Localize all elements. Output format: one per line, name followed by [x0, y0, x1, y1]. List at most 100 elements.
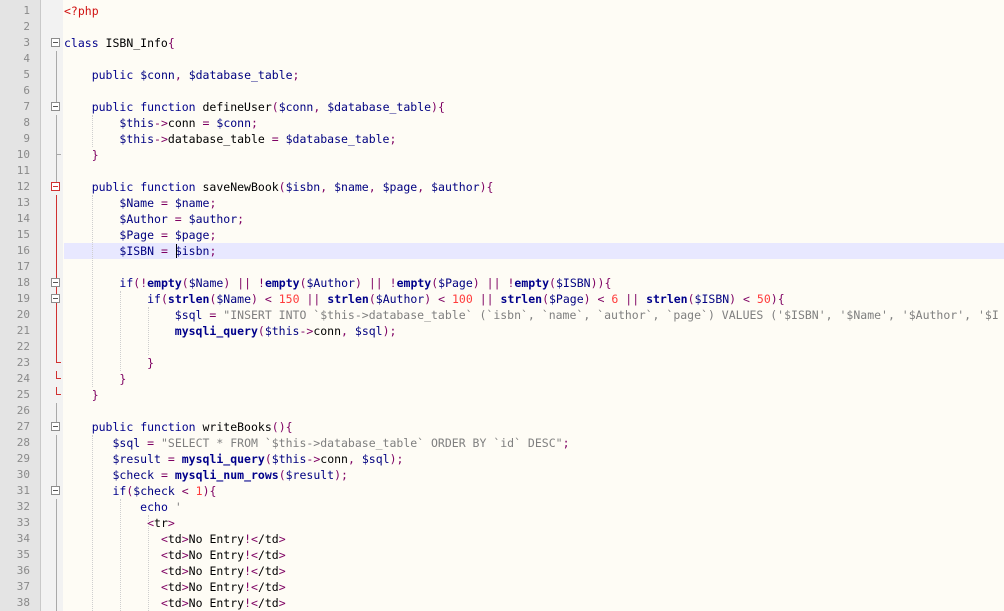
code-line-10[interactable]: 10 }: [0, 147, 1004, 163]
code-editor[interactable]: 1 <?php 2 3 class ISBN_Info{4 5 public $conn,…: [0, 0, 1004, 611]
line-number: 8: [23, 116, 30, 129]
code-text[interactable]: if(!empty($Name) || !empty($Author) || !…: [64, 275, 611, 291]
fold-toggle-icon[interactable]: [51, 422, 60, 431]
line-number: 13: [16, 196, 30, 209]
code-line-20[interactable]: 20 $sql = "INSERT INTO `$this->database_…: [0, 307, 1004, 323]
code-line-27[interactable]: 27 public function writeBooks(){: [0, 419, 1004, 435]
code-line-38[interactable]: 38 <td>No Entry!</td>: [0, 595, 1004, 611]
code-text[interactable]: public function defineUser($conn, $datab…: [64, 99, 445, 115]
code-text[interactable]: $sql = "SELECT * FROM `$this->database_t…: [64, 435, 569, 451]
code-line-37[interactable]: 37 <td>No Entry!</td>: [0, 579, 1004, 595]
code-line-28[interactable]: 28 $sql = "SELECT * FROM `$this->databas…: [0, 435, 1004, 451]
fold-guide: [56, 115, 57, 131]
line-number: 28: [16, 436, 30, 449]
code-text[interactable]: }: [64, 387, 99, 403]
code-text[interactable]: <td>No Entry!</td>: [64, 531, 286, 547]
fold-guide: [56, 547, 57, 563]
code-line-35[interactable]: 35 <td>No Entry!</td>: [0, 547, 1004, 563]
code-text[interactable]: public $conn, $database_table;: [64, 67, 300, 83]
code-text[interactable]: $check = mysqli_num_rows($result);: [64, 467, 348, 483]
code-text[interactable]: if($check < 1){: [64, 483, 216, 499]
code-line-3[interactable]: 3 class ISBN_Info{: [0, 35, 1004, 51]
code-text[interactable]: $sql = "INSERT INTO `$this->database_tab…: [64, 307, 999, 323]
code-line-17[interactable]: 17: [0, 259, 1004, 275]
code-line-31[interactable]: 31 if($check < 1){: [0, 483, 1004, 499]
indent-guide: [92, 115, 93, 147]
code-line-30[interactable]: 30 $check = mysqli_num_rows($result);: [0, 467, 1004, 483]
code-text[interactable]: $this->conn = $conn;: [64, 115, 258, 131]
line-number: 29: [16, 452, 30, 465]
line-number: 3: [23, 36, 30, 49]
code-line-13[interactable]: 13 $Name = $name;: [0, 195, 1004, 211]
line-number: 36: [16, 564, 30, 577]
code-line-16[interactable]: 16 $ISBN = $isbn;: [0, 243, 1004, 259]
code-text[interactable]: echo ': [64, 499, 182, 515]
code-line-6[interactable]: 6: [0, 83, 1004, 99]
fold-guide: [56, 323, 57, 339]
code-text[interactable]: $Name = $name;: [64, 195, 216, 211]
code-text[interactable]: public function writeBooks(){: [64, 419, 293, 435]
fold-guide: [56, 563, 57, 579]
code-line-23[interactable]: 23 }: [0, 355, 1004, 371]
code-text[interactable]: $result = mysqli_query($this->conn, $sql…: [64, 451, 403, 467]
code-text[interactable]: <td>No Entry!</td>: [64, 579, 286, 595]
line-number: 30: [16, 468, 30, 481]
fold-toggle-icon[interactable]: [51, 278, 60, 287]
line-number: 33: [16, 516, 30, 529]
code-text[interactable]: $Author = $author;: [64, 211, 244, 227]
line-number: 6: [23, 84, 30, 97]
code-line-18[interactable]: 18 if(!empty($Name) || !empty($Author) |…: [0, 275, 1004, 291]
code-text[interactable]: }: [64, 371, 126, 387]
code-line-4[interactable]: 4: [0, 51, 1004, 67]
fold-guide: [56, 499, 57, 515]
code-text[interactable]: $Page = $page;: [64, 227, 216, 243]
code-line-19[interactable]: 19 if(strlen($Name) < 150 || strlen($Aut…: [0, 291, 1004, 307]
line-number: 7: [23, 100, 30, 113]
code-line-11[interactable]: 11: [0, 163, 1004, 179]
code-line-12[interactable]: 12 public function saveNewBook($isbn, $n…: [0, 179, 1004, 195]
fold-toggle-icon[interactable]: [51, 38, 60, 47]
line-number: 14: [16, 212, 30, 225]
indent-guide: [148, 307, 149, 355]
code-line-29[interactable]: 29 $result = mysqli_query($this->conn, $…: [0, 451, 1004, 467]
code-line-33[interactable]: 33 <tr>: [0, 515, 1004, 531]
code-text[interactable]: <td>No Entry!</td>: [64, 595, 286, 611]
code-text[interactable]: <?php: [64, 3, 99, 19]
fold-guide: [56, 227, 57, 243]
code-text[interactable]: mysqli_query($this->conn, $sql);: [64, 323, 397, 339]
line-number: 21: [16, 324, 30, 337]
code-text[interactable]: }: [64, 355, 154, 371]
code-text[interactable]: class ISBN_Info{: [64, 35, 175, 51]
code-line-14[interactable]: 14 $Author = $author;: [0, 211, 1004, 227]
code-line-24[interactable]: 24 }: [0, 371, 1004, 387]
code-text[interactable]: public function saveNewBook($isbn, $name…: [64, 179, 494, 195]
code-line-5[interactable]: 5 public $conn, $database_table;: [0, 67, 1004, 83]
code-line-21[interactable]: 21 mysqli_query($this->conn, $sql);: [0, 323, 1004, 339]
fold-guide: [56, 467, 57, 483]
code-text[interactable]: <td>No Entry!</td>: [64, 547, 286, 563]
fold-toggle-icon[interactable]: [51, 486, 60, 495]
code-line-15[interactable]: 15 $Page = $page;: [0, 227, 1004, 243]
code-line-2[interactable]: 2: [0, 19, 1004, 35]
code-line-32[interactable]: 32 echo ': [0, 499, 1004, 515]
line-number: 18: [16, 276, 30, 289]
code-text[interactable]: if(strlen($Name) < 150 || strlen($Author…: [64, 291, 785, 307]
code-line-22[interactable]: 22: [0, 339, 1004, 355]
code-line-8[interactable]: 8 $this->conn = $conn;: [0, 115, 1004, 131]
code-text[interactable]: <td>No Entry!</td>: [64, 563, 286, 579]
code-line-1[interactable]: 1 <?php: [0, 3, 1004, 19]
code-line-7[interactable]: 7 public function defineUser($conn, $dat…: [0, 99, 1004, 115]
indent-guide: [120, 291, 121, 371]
code-line-36[interactable]: 36 <td>No Entry!</td>: [0, 563, 1004, 579]
fold-toggle-icon[interactable]: [51, 102, 60, 111]
code-line-25[interactable]: 25 }: [0, 387, 1004, 403]
code-text[interactable]: $this->database_table = $database_table;: [64, 131, 396, 147]
code-line-34[interactable]: 34 <td>No Entry!</td>: [0, 531, 1004, 547]
line-number: 27: [16, 420, 30, 433]
fold-toggle-icon[interactable]: [51, 294, 60, 303]
code-text[interactable]: }: [64, 147, 99, 163]
code-line-9[interactable]: 9 $this->database_table = $database_tabl…: [0, 131, 1004, 147]
fold-toggle-icon[interactable]: [51, 182, 60, 191]
code-text[interactable]: $ISBN = $isbn;: [64, 243, 1004, 259]
code-line-26[interactable]: 26: [0, 403, 1004, 419]
